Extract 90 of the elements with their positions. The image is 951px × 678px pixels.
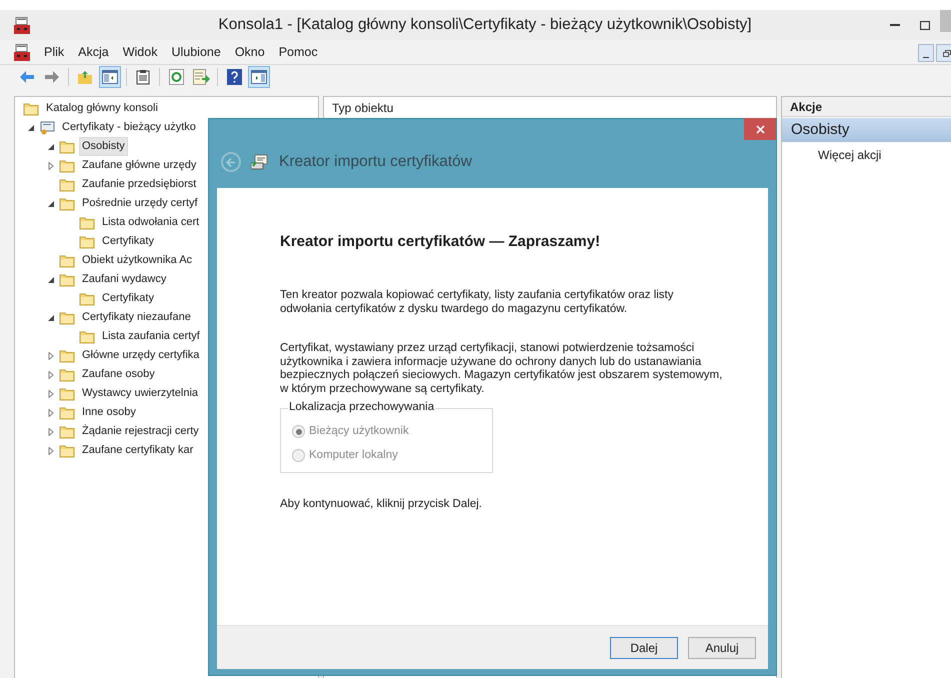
description-text: Ten kreator pozwala kopiować certyfikaty, listy zaufania certyfikatów oraz listy odwołania certyfikatów z dysku twardego do magazynu certyfikatów. bbox=[280, 289, 674, 316]
tree-item[interactable]: Lista zaufania certyf bbox=[99, 327, 203, 346]
maximize-icon bbox=[920, 20, 930, 30]
expanded-arrow-icon[interactable] bbox=[47, 314, 55, 322]
forward-arrow-icon bbox=[44, 70, 60, 84]
tree-item[interactable]: Certyfikaty bbox=[99, 289, 157, 308]
folder-icon bbox=[79, 330, 95, 344]
expanded-arrow-icon[interactable] bbox=[47, 142, 55, 150]
tree-pane-icon bbox=[102, 70, 118, 84]
tree-item[interactable]: Inne osoby bbox=[79, 403, 139, 422]
tree-item[interactable]: Obiekt użytkownika Ac bbox=[79, 251, 196, 270]
clipboard-icon bbox=[136, 69, 150, 85]
certificate-import-icon bbox=[251, 154, 269, 170]
menu-item[interactable]: Okno bbox=[228, 42, 271, 62]
help-icon bbox=[226, 69, 242, 85]
folder-icon bbox=[59, 444, 75, 458]
refresh-icon bbox=[168, 69, 184, 85]
dialog-title: Kreator importu certyfikatów bbox=[279, 152, 472, 172]
tree-item[interactable]: Osobisty bbox=[79, 137, 128, 156]
tree-item[interactable]: Zaufani wydawcy bbox=[79, 270, 170, 289]
folder-icon bbox=[59, 406, 75, 420]
action-pane-icon bbox=[251, 70, 267, 84]
folder-icon bbox=[59, 196, 75, 210]
child-minimize-button[interactable] bbox=[918, 44, 934, 62]
section-header[interactable]: Osobisty bbox=[782, 118, 951, 142]
back-arrow-icon bbox=[226, 158, 236, 166]
folder-icon bbox=[59, 368, 75, 382]
folder-icon bbox=[59, 348, 75, 362]
folder-icon bbox=[59, 310, 75, 324]
folder-icon bbox=[79, 216, 95, 230]
tree-item[interactable]: Zaufanie przedsiębiorst bbox=[79, 175, 200, 194]
tree-item[interactable]: Zaufane certyfikaty kar bbox=[79, 441, 196, 460]
dialog-button[interactable]: Dalej bbox=[610, 636, 678, 658]
export-list-icon bbox=[192, 69, 210, 85]
toolbox-icon bbox=[14, 16, 30, 34]
menu-item[interactable]: Widok bbox=[116, 42, 164, 62]
toolbar-button[interactable] bbox=[248, 66, 270, 88]
collapsed-arrow-icon[interactable] bbox=[47, 446, 55, 454]
folder-icon bbox=[59, 272, 75, 286]
wizard-heading: Kreator importu certyfikatów — Zapraszamy! bbox=[280, 233, 602, 251]
folder-icon bbox=[59, 424, 75, 438]
back-arrow-icon bbox=[19, 70, 35, 84]
menu-item[interactable]: Pomoc bbox=[272, 42, 324, 62]
tree-item[interactable]: Główne urzędy certyfika bbox=[79, 346, 202, 365]
tree-item[interactable]: Certyfikaty bbox=[99, 232, 157, 251]
folder-icon bbox=[59, 386, 75, 400]
close-icon bbox=[756, 124, 764, 134]
folder-icon bbox=[59, 178, 75, 192]
folder-icon bbox=[79, 292, 95, 306]
folder-icon bbox=[59, 158, 75, 172]
description-text: Certyfikat, wystawiany przez urząd certyfikacji, stanowi potwierdzenie tożsamości użytkownika i zawiera informacje używane do ochrony danych lub do ustanawiania bezpiecznych połączeń sieciowych. Magazyn certyfikatów jest obszarem systemowym, w którym przechowywane są certyfikaty. bbox=[280, 342, 724, 396]
expanded-arrow-icon[interactable] bbox=[47, 200, 55, 208]
menu-item[interactable]: Plik bbox=[38, 42, 70, 62]
window-title: Konsola1 - [Katalog główny konsoli\Certyfikaty - bieżący użytkownik\Osobisty] bbox=[217, 15, 753, 36]
tree-item[interactable]: Certyfikaty niezaufane bbox=[79, 308, 194, 327]
column-header[interactable]: Typ obiektu bbox=[324, 99, 402, 118]
actions-title: Akcje bbox=[790, 98, 822, 116]
action-link[interactable]: Więcej akcji bbox=[782, 142, 951, 164]
tree-item[interactable]: Katalog główny konsoli bbox=[43, 99, 161, 118]
toolbox-icon bbox=[14, 44, 30, 60]
restore-icon bbox=[943, 50, 951, 56]
certificate-icon bbox=[39, 120, 55, 134]
tree-item[interactable]: Pośrednie urzędy certyf bbox=[79, 194, 201, 213]
tree-item[interactable]: Lista odwołania cert bbox=[99, 213, 202, 232]
tree-item[interactable]: Zaufane główne urzędy bbox=[79, 156, 200, 175]
dialog-button[interactable]: Anuluj bbox=[688, 636, 756, 658]
tree-item[interactable]: Żądanie rejestracji certy bbox=[79, 422, 202, 441]
minimize-icon bbox=[890, 24, 900, 26]
menu-item[interactable]: Ulubione bbox=[165, 42, 227, 62]
collapsed-arrow-icon[interactable] bbox=[47, 370, 55, 378]
collapsed-arrow-icon[interactable] bbox=[47, 162, 55, 170]
tree-item[interactable]: Wystawcy uwierzytelnia bbox=[79, 384, 202, 403]
collapsed-arrow-icon[interactable] bbox=[47, 352, 55, 360]
folder-up-icon bbox=[77, 70, 93, 84]
folder-icon bbox=[59, 140, 75, 154]
child-restore-button[interactable] bbox=[936, 44, 951, 62]
group-label: Lokalizacja przechowywania bbox=[288, 401, 436, 414]
tree-item[interactable]: Certyfikaty - bieżący użytko bbox=[59, 118, 199, 137]
expanded-arrow-icon[interactable] bbox=[47, 276, 55, 284]
folder-icon bbox=[79, 234, 95, 248]
folder-icon bbox=[59, 254, 75, 268]
collapsed-arrow-icon[interactable] bbox=[47, 408, 55, 416]
toolbar-button[interactable] bbox=[99, 66, 121, 88]
instruction-text: Aby kontynuować, kliknij przycisk Dalej. bbox=[280, 498, 483, 512]
tree-item[interactable]: Zaufane osoby bbox=[79, 365, 158, 384]
menu-item[interactable]: Akcja bbox=[72, 42, 115, 62]
collapsed-arrow-icon[interactable] bbox=[47, 390, 55, 398]
collapsed-arrow-icon[interactable] bbox=[47, 428, 55, 436]
expanded-arrow-icon[interactable] bbox=[27, 124, 35, 132]
folder-icon bbox=[23, 102, 39, 116]
